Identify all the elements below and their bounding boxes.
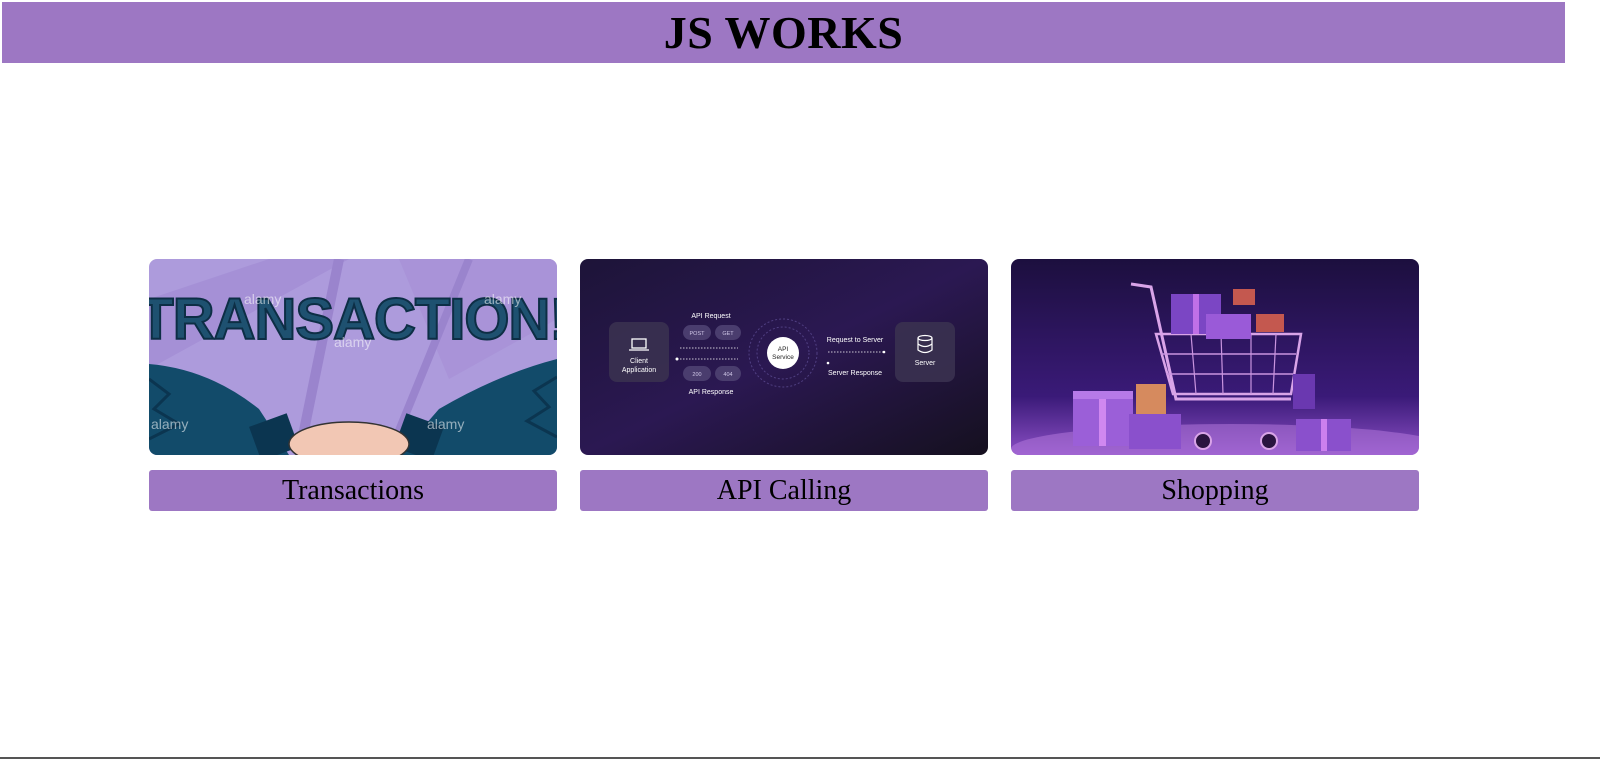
watermark-5: alamy	[427, 416, 464, 432]
svg-text:POST: POST	[690, 331, 706, 337]
shopping-button[interactable]: Shopping	[1011, 470, 1419, 511]
svg-text:Client: Client	[630, 358, 648, 365]
svg-text:API Request: API Request	[691, 313, 730, 320]
svg-text:Service: Service	[772, 354, 794, 361]
watermark-1: alamy	[244, 291, 281, 307]
transaction-illustration: TRANSACTION! alamy alamy alamy alamy ala…	[149, 259, 557, 455]
svg-text:API Response: API Response	[689, 389, 734, 396]
site-header: JS WORKS	[2, 2, 1565, 63]
transactions-image[interactable]: TRANSACTION! alamy alamy alamy alamy ala…	[149, 259, 557, 455]
api-calling-image[interactable]: Client Application API Request POST GET …	[580, 259, 988, 455]
svg-text:Server: Server	[915, 360, 936, 367]
svg-text:200: 200	[692, 372, 701, 378]
svg-text:404: 404	[723, 372, 732, 378]
card-transactions: TRANSACTION! alamy alamy alamy alamy ala…	[149, 259, 557, 511]
transactions-button[interactable]: Transactions	[149, 470, 557, 511]
svg-text:Server Response: Server Response	[828, 370, 882, 377]
bottom-scrollbar[interactable]	[0, 757, 1600, 759]
svg-text:GET: GET	[722, 331, 734, 337]
shopping-image[interactable]	[1011, 259, 1419, 455]
watermark-4: alamy	[151, 416, 188, 432]
svg-text:Request to Server: Request to Server	[827, 337, 884, 344]
card-grid: TRANSACTION! alamy alamy alamy alamy ala…	[149, 259, 1419, 511]
svg-text:Application: Application	[622, 367, 656, 374]
api-calling-button[interactable]: API Calling	[580, 470, 988, 511]
card-shopping: Shopping	[1011, 259, 1419, 511]
watermark-2: alamy	[484, 291, 521, 307]
watermark-3: alamy	[334, 334, 371, 350]
site-title: JS WORKS	[663, 7, 904, 58]
shopping-cart-illustration	[1011, 259, 1419, 455]
card-api-calling: Client Application API Request POST GET …	[580, 259, 988, 511]
svg-text:API: API	[778, 346, 789, 353]
api-diagram-illustration: Client Application API Request POST GET …	[580, 259, 988, 455]
